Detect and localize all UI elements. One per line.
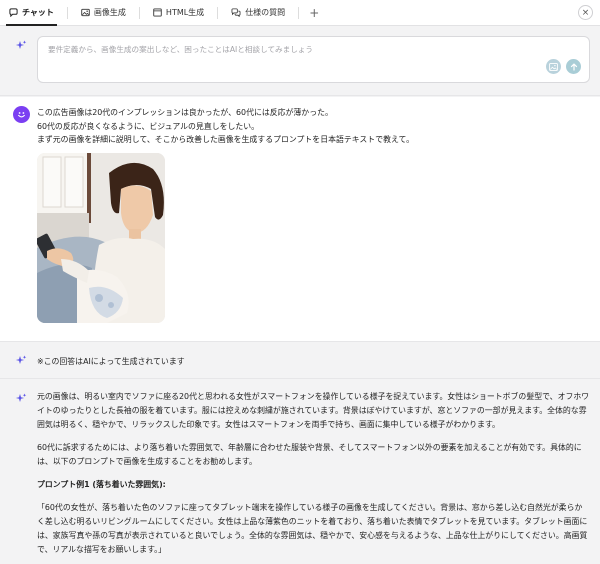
- add-tab-button[interactable]: +: [303, 6, 325, 20]
- close-button[interactable]: ×: [578, 5, 593, 20]
- tab-label: HTML生成: [165, 8, 205, 17]
- chat-icon: [9, 8, 18, 17]
- html-icon: [153, 8, 162, 17]
- tab-chat[interactable]: チャット: [0, 0, 63, 26]
- tab-label: チャット: [22, 8, 54, 17]
- answer-paragraph: 60代に訴求するためには、より落ち着いた雰囲気で、年齢層に合わせた服装や背景、そ…: [37, 443, 582, 466]
- image-icon: [81, 8, 90, 17]
- answer-paragraph: 「60代の女性が、落ち着いた色のソファに座ってタブレット端末を操作している様子の…: [37, 503, 588, 554]
- tab-divider: [138, 6, 140, 19]
- user-message-line: この広告画像は20代のインプレッションは良かったが、60代には反応が薄かった。: [37, 108, 333, 117]
- user-message-line: 60代の反応が良くなるように、ビジュアルの見直しをしたい。: [37, 121, 260, 131]
- tab-html-generation[interactable]: HTML生成: [144, 0, 213, 26]
- smile-icon: [18, 112, 25, 118]
- ai-generated-notice: ※この回答はAIによって生成されています: [37, 357, 185, 366]
- tab-image-generation[interactable]: 画像生成: [72, 0, 135, 26]
- tab-divider: [217, 6, 219, 19]
- tab-divider: [66, 6, 68, 19]
- avatar: [13, 106, 30, 123]
- tab-spec-question[interactable]: 仕様の質問: [222, 0, 294, 26]
- tab-label: 仕様の質問: [245, 8, 286, 17]
- ai-notice-row: ※この回答はAIによって生成されています: [0, 341, 600, 379]
- tab-divider: [298, 6, 300, 19]
- woman-with-smartphone-photo: [37, 153, 165, 323]
- close-icon: ×: [581, 7, 590, 18]
- sparkle-icon: [15, 40, 27, 49]
- attach-image-button[interactable]: [546, 59, 561, 74]
- sparkle-icon: [15, 355, 27, 364]
- ai-answer-text: 元の画像は、明るい室内でソファに座る20代と思われる女性がスマートフォンを操作し…: [37, 390, 590, 564]
- tab-label: 画像生成: [93, 8, 126, 17]
- answer-heading: プロンプト例1 (落ち着いた雰囲気):: [37, 480, 166, 489]
- ai-answer: 元の画像は、明るい室内でソファに座る20代と思われる女性がスマートフォンを操作し…: [0, 379, 600, 564]
- attached-photo: [37, 153, 165, 323]
- user-message: この広告画像は20代のインプレッションは良かったが、60代には反応が薄かった。 …: [0, 97, 600, 341]
- chat-input-placeholder: 要件定義から、画像生成の案出しなど、困ったことはAIと相談してみましょう: [48, 45, 314, 54]
- image-icon: [549, 62, 558, 71]
- user-message-text: この広告画像は20代のインプレッションは良かったが、60代には反応が薄かった。 …: [37, 106, 414, 147]
- user-message-line: まず元の画像を詳細に説明して、そこから改善した画像を生成するプロンプトを日本語テ…: [37, 135, 415, 145]
- arrow-up-icon: [570, 63, 577, 71]
- sparkle-icon: [15, 393, 27, 402]
- tab-bar: チャット 画像生成 HTML生成 仕様の質問 + ×: [0, 0, 600, 26]
- question-icon: [231, 8, 241, 17]
- answer-paragraph: 元の画像は、明るい室内でソファに座る20代と思われる女性がスマートフォンを操作し…: [37, 392, 590, 429]
- send-button[interactable]: [566, 59, 581, 74]
- chat-input-row: 要件定義から、画像生成の案出しなど、困ったことはAIと相談してみましょう: [0, 26, 600, 96]
- chat-input-field[interactable]: 要件定義から、画像生成の案出しなど、困ったことはAIと相談してみましょう: [37, 36, 590, 83]
